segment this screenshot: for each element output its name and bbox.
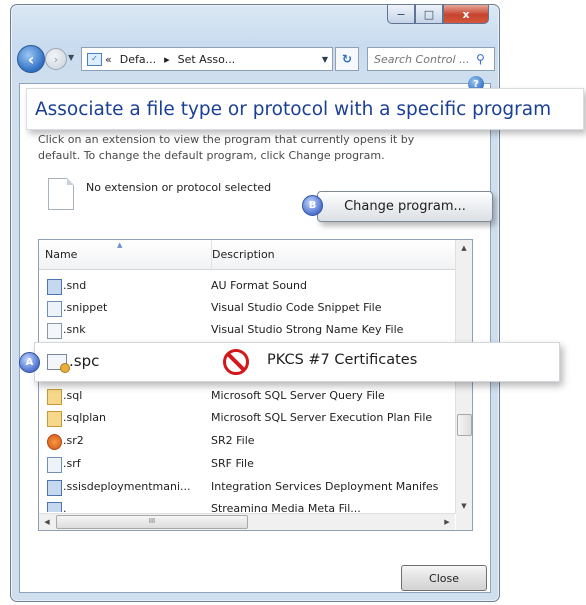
- column-header-name[interactable]: Name: [39, 240, 212, 269]
- horizontal-scrollbar[interactable]: ◀ III ▶: [39, 513, 455, 530]
- close-window-button[interactable]: x: [443, 5, 489, 24]
- list-item[interactable]: .srf SRF File: [39, 453, 455, 475]
- recent-pages-dropdown-icon[interactable]: ▼: [68, 53, 78, 63]
- file-type-list[interactable]: Name ▲ Description .snd AU Format Sound …: [38, 239, 473, 531]
- scroll-up-arrow-icon[interactable]: ▲: [456, 240, 472, 256]
- scroll-left-arrow-icon[interactable]: ◀: [39, 514, 55, 530]
- address-dropdown-icon[interactable]: ▼: [322, 55, 328, 64]
- list-item-description: Visual Studio Strong Name Key File: [211, 323, 404, 336]
- sql-file-icon: [47, 389, 62, 405]
- scroll-down-arrow-icon[interactable]: ▼: [456, 498, 472, 514]
- list-item-ext: .snd: [63, 279, 87, 292]
- list-item-description: Microsoft SQL Server Query File: [211, 389, 385, 402]
- snippet-file-icon: [47, 301, 62, 317]
- list-item[interactable]: .snk Visual Studio Strong Name Key File: [39, 319, 455, 341]
- sqlplan-file-icon: [47, 411, 62, 427]
- list-item-ext: .ssisdeploymentmani...: [63, 480, 191, 493]
- highlighted-list-item[interactable]: .spc PKCS #7 Certificates: [34, 342, 560, 382]
- list-item-ext: .srf: [63, 457, 81, 470]
- blank-document-icon: [48, 178, 74, 210]
- list-item[interactable]: .sqlplan Microsoft SQL Server Execution …: [39, 407, 455, 429]
- magnifier-icon[interactable]: ⚲: [476, 52, 485, 66]
- media-file-icon: [47, 502, 62, 512]
- list-item-ext: .snippet: [63, 301, 108, 314]
- scroll-right-arrow-icon[interactable]: ▶: [439, 514, 455, 530]
- scrollbar-corner: [456, 514, 472, 530]
- change-program-button[interactable]: Change program...: [317, 191, 493, 222]
- list-item-ext: .snk: [63, 323, 86, 336]
- sort-ascending-icon: ▲: [117, 241, 123, 249]
- blank-file-icon: [47, 323, 62, 339]
- srf-file-icon: [47, 457, 62, 473]
- control-panel-icon: ✓: [87, 52, 102, 66]
- refresh-icon[interactable]: ↻: [335, 47, 359, 71]
- sr2-file-icon: [47, 434, 62, 450]
- list-item-description: Microsoft SQL Server Execution Plan File: [211, 411, 433, 424]
- list-item-ext: .sql: [63, 389, 83, 402]
- breadcrumb-separator-icon[interactable]: ▸: [164, 53, 170, 66]
- list-item-ext: .sqlplan: [63, 411, 107, 424]
- vertical-scroll-thumb[interactable]: [457, 414, 472, 436]
- selection-status: No extension or protocol selected: [86, 181, 272, 194]
- back-arrow-icon[interactable]: ‹: [17, 45, 45, 73]
- list-item-description: Integration Services Deployment Manifes: [211, 480, 439, 493]
- list-item[interactable]: .snd AU Format Sound: [39, 275, 455, 297]
- minimize-button[interactable]: −: [387, 5, 415, 24]
- list-item-description: SRF File: [211, 457, 254, 470]
- maximize-button[interactable]: □: [415, 5, 443, 24]
- horizontal-scroll-thumb[interactable]: III: [56, 515, 248, 529]
- caption-buttons: − □ x: [387, 5, 489, 25]
- search-box[interactable]: ⚲: [367, 47, 495, 71]
- highlighted-item-ext: .spc: [69, 352, 100, 370]
- list-item[interactable]: .snippet Visual Studio Code Snippet File: [39, 297, 455, 319]
- highlighted-item-description: PKCS #7 Certificates: [267, 352, 418, 368]
- audio-file-icon: [47, 279, 62, 295]
- forward-arrow-icon[interactable]: ›: [45, 48, 67, 70]
- instructions-text: Click on an extension to view the progra…: [38, 133, 415, 162]
- list-item-description: Visual Studio Code Snippet File: [211, 301, 382, 314]
- list-item-description: AU Format Sound: [211, 279, 307, 292]
- list-item-description: SR2 File: [211, 434, 255, 447]
- list-item-ext: .: [63, 502, 67, 512]
- list-item[interactable]: . Streaming Media Meta Fil...: [39, 498, 455, 512]
- page-title: Associate a file type or protocol with a…: [35, 98, 552, 120]
- page-heading: Associate a file type or protocol with a…: [26, 88, 584, 130]
- navigation-bar: ‹ › ▼ ✓ « Defa... ▸ Set Asso... ▼ ↻ ⚲: [17, 45, 495, 73]
- list-header: Name ▲ Description: [39, 240, 455, 270]
- close-button[interactable]: Close: [401, 565, 487, 591]
- no-sign-icon: [223, 349, 249, 375]
- ssis-file-icon: [47, 480, 62, 496]
- list-item-ext: .sr2: [63, 434, 84, 447]
- column-header-description[interactable]: Description: [206, 240, 461, 269]
- address-prefix: «: [105, 52, 112, 66]
- list-item[interactable]: .sql Microsoft SQL Server Query File: [39, 385, 455, 407]
- search-input[interactable]: [368, 51, 476, 67]
- address-bar[interactable]: ✓ « Defa... ▸ Set Asso... ▼: [81, 47, 333, 71]
- certificate-file-icon: [47, 354, 70, 373]
- list-item-description: Streaming Media Meta Fil...: [211, 502, 361, 512]
- breadcrumb-default-programs[interactable]: Defa...: [120, 53, 156, 66]
- callout-badge-a: A: [19, 352, 40, 373]
- list-item[interactable]: .ssisdeploymentmani... Integration Servi…: [39, 476, 455, 498]
- breadcrumb-set-associations[interactable]: Set Asso...: [178, 53, 236, 66]
- callout-badge-b: B: [302, 195, 323, 216]
- list-item[interactable]: .sr2 SR2 File: [39, 430, 455, 452]
